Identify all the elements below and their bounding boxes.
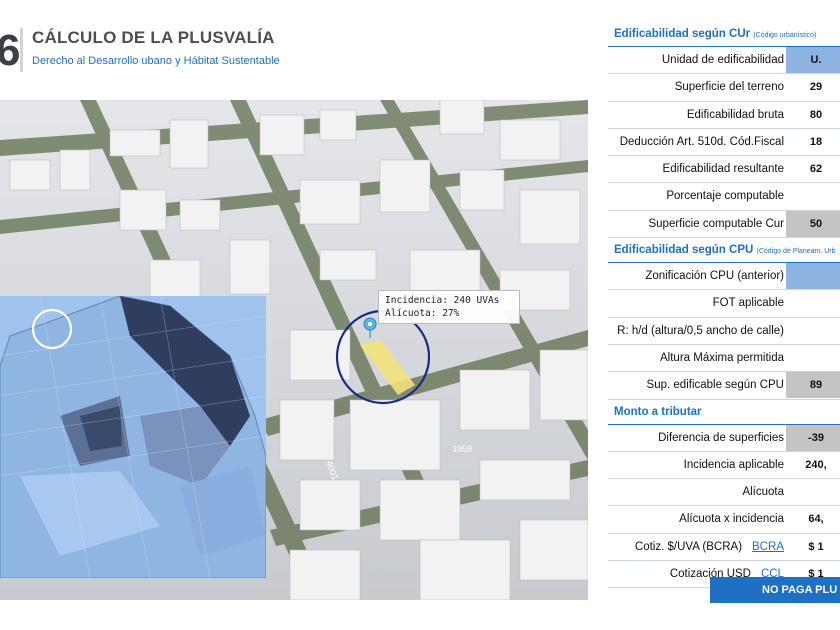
- row-value: [786, 479, 840, 505]
- row-label: Edificabilidad bruta: [686, 108, 784, 121]
- row-label: Incidencia aplicable: [683, 458, 784, 471]
- row-label: Zonificación CPU (anterior): [645, 270, 784, 283]
- row-label: Alícuota x incidencia: [679, 513, 784, 526]
- row-value: 89: [786, 372, 840, 399]
- slide-number: 6: [0, 26, 21, 75]
- row-value: 18: [809, 135, 823, 148]
- row-cotiz-uva-bcra: Cotiz. $/UVA (BCRA) BCRA $ 1: [608, 534, 840, 562]
- row-r-h-d-altura-0-5-ancho-de-calle: R: h/d (altura/0,5 ancho de calle): [608, 318, 840, 345]
- tooltip-rate: Alícuota: 27%: [385, 308, 460, 319]
- row-sup-edificable-segun-cpu: Sup. edificable según CPU 89: [608, 372, 840, 400]
- header-divider: [20, 28, 23, 72]
- row-porcentaje-computable: Porcentaje computable: [608, 183, 840, 211]
- row-label: FOT aplicable: [712, 297, 784, 310]
- status-banner: NO PAGA PLU: [710, 577, 840, 603]
- row-diferencia-de-superficies: Diferencia de superficies -39: [608, 424, 840, 452]
- row-unidad-de-edificabilidad: Unidad de edificabilidad U.: [608, 47, 840, 75]
- row-label: Superficie computable Cur: [648, 217, 784, 230]
- row-edificabilidad-resultante: Edificabilidad resultante 62: [608, 156, 840, 184]
- row-value: [786, 290, 840, 316]
- row-incidencia-aplicable: Incidencia aplicable 240,: [608, 452, 840, 480]
- section-header-cur: Edificabilidad según CUr (Código urbanís…: [608, 22, 840, 47]
- row-alicuota: Alícuota: [608, 479, 840, 507]
- row-value: 240,: [805, 458, 827, 471]
- row-label: R: h/d (altura/0,5 ancho de calle): [617, 324, 784, 337]
- row-label: Porcentaje computable: [666, 190, 784, 203]
- row-value: 62: [809, 163, 823, 176]
- city-overview-inset-map[interactable]: [0, 296, 266, 578]
- row-value: 29: [809, 81, 823, 94]
- row-deduccion-art-510d-cod-fiscal: Deducción Art. 510d. Cód.Fiscal 18: [608, 129, 840, 157]
- row-zonificacion-cpu-anterior: Zonificación CPU (anterior): [608, 263, 840, 291]
- row-label: Alícuota: [742, 486, 784, 499]
- parcel-tooltip: Incidencia: 240 UVAs Alícuota: 27%: [378, 290, 520, 324]
- row-value: [786, 183, 840, 209]
- tooltip-incidence: Incidencia: 240 UVAs: [385, 295, 500, 306]
- row-value: [786, 345, 840, 371]
- row-label: Cotiz. $/UVA (BCRA) BCRA: [634, 540, 784, 553]
- inset-map-render: [0, 296, 266, 578]
- row-superficie-del-terreno: Superficie del terreno 29: [608, 74, 840, 102]
- row-label: Sup. edificable según CPU: [646, 379, 784, 392]
- section-header-monto: Monto a tributar: [608, 400, 840, 425]
- page-subtitle: Derecho al Desarrollo ubano y Hábitat Su…: [32, 55, 280, 67]
- row-value: [786, 318, 840, 344]
- street-number-label: 3959: [452, 444, 472, 454]
- row-label: Deducción Art. 510d. Cód.Fiscal: [619, 135, 784, 148]
- row-edificabilidad-bruta: Edificabilidad bruta 80: [608, 102, 840, 129]
- calculation-panel: Edificabilidad según CUr (Código urbanís…: [608, 22, 840, 589]
- row-fot-aplicable: FOT aplicable: [608, 290, 840, 318]
- page-title: CÁLCULO DE LA PLUSVALÍA: [32, 28, 275, 47]
- row-label: Unidad de edificabilidad: [661, 54, 784, 66]
- row-label: Superficie del terreno: [674, 81, 784, 94]
- row-value: [786, 263, 840, 290]
- row-label: Diferencia de superficies: [658, 431, 784, 444]
- row-value: -39: [786, 424, 840, 451]
- row-superficie-computable-cur: Superficie computable Cur 50: [608, 210, 840, 239]
- row-value: 80: [809, 108, 823, 121]
- row-value: 64,: [808, 513, 824, 526]
- row-value: $ 1: [808, 540, 824, 553]
- row-label: Edificabilidad resultante: [662, 163, 784, 176]
- source-link-bcra[interactable]: BCRA: [752, 541, 784, 553]
- row-value: U.: [786, 47, 840, 73]
- row-altura-maxima-permitida: Altura Máxima permitida: [608, 345, 840, 373]
- section-header-cpu: Edificabilidad según CPU (Código de Plan…: [608, 238, 840, 264]
- row-label: Altura Máxima permitida: [660, 351, 784, 364]
- row-value: 50: [786, 210, 840, 237]
- row-alicuota-x-incidencia: Alícuota x incidencia 64,: [608, 506, 840, 534]
- city-3d-map[interactable]: 4001 3959 Incidencia: 240 UVAs Alícuota:…: [0, 100, 588, 600]
